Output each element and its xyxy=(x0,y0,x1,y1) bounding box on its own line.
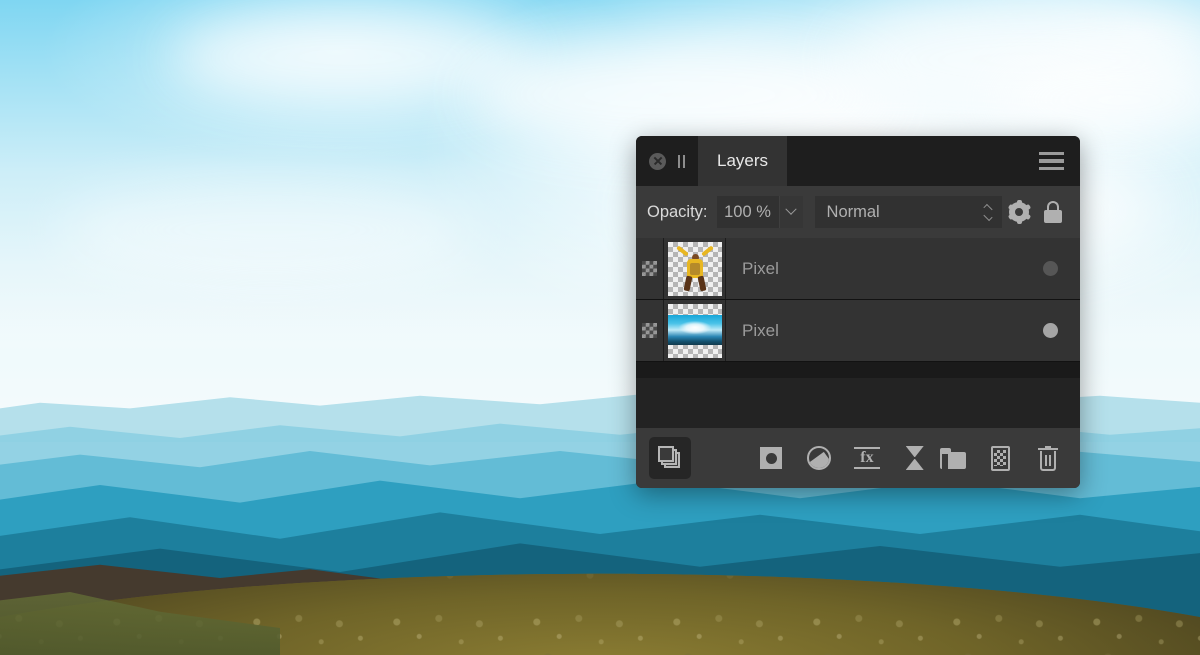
mask-icon xyxy=(760,447,783,469)
live-filter-button[interactable] xyxy=(896,439,934,477)
folder-icon xyxy=(939,447,966,469)
person-arms-raised-thumbnail xyxy=(667,241,722,296)
fx-icon: fx xyxy=(853,446,880,470)
mask-button[interactable] xyxy=(753,439,791,477)
lock-button[interactable] xyxy=(1036,195,1070,229)
layer-name: Pixel xyxy=(742,320,779,340)
lock-icon xyxy=(1044,201,1062,223)
new-pixel-layer-button[interactable] xyxy=(981,439,1019,477)
effects-button[interactable]: fx xyxy=(848,439,886,477)
layer-lock-cell[interactable] xyxy=(636,300,664,361)
opacity-dropdown-button[interactable] xyxy=(778,196,803,228)
layer-lock-cell[interactable] xyxy=(636,238,664,299)
gear-icon xyxy=(1007,200,1031,224)
hourglass-icon xyxy=(905,446,924,470)
tab-layers[interactable]: Layers xyxy=(698,136,788,186)
delete-layer-button[interactable] xyxy=(1029,439,1067,477)
adjustment-button[interactable] xyxy=(800,439,838,477)
table-row[interactable]: Pixel xyxy=(636,300,1080,362)
blend-mode-select[interactable]: Normal xyxy=(814,196,1002,228)
opacity-input[interactable]: 100 % xyxy=(716,196,779,228)
hamburger-icon[interactable] xyxy=(1023,136,1080,186)
layer-options-bar: Opacity: 100 % Normal xyxy=(636,186,1080,238)
layer-stack-icon xyxy=(657,446,682,470)
cloud xyxy=(60,180,480,280)
layer-thumbnail-cell[interactable] xyxy=(664,300,726,361)
panel-titlebar: Layers xyxy=(636,136,1080,186)
visibility-dot-icon[interactable] xyxy=(1043,323,1058,338)
layer-thumbnail-cell[interactable] xyxy=(664,238,726,299)
chevron-down-icon xyxy=(785,203,797,215)
new-group-button[interactable] xyxy=(934,439,972,477)
titlebar-spacer xyxy=(787,136,1023,186)
screen: Layers Opacity: 100 % Normal Pixel Pixel… xyxy=(0,0,1200,655)
new-pixel-layer-icon xyxy=(990,445,1010,471)
window-controls xyxy=(636,136,698,186)
checkerboard-icon xyxy=(642,261,657,276)
checkerboard-icon xyxy=(642,323,657,338)
cloud xyxy=(470,40,890,150)
pause-icon[interactable] xyxy=(678,154,685,168)
layer-name: Pixel xyxy=(742,258,779,278)
gear-button[interactable] xyxy=(1002,195,1036,229)
blend-mode-value: Normal xyxy=(826,202,880,221)
layers-toolbar: fx xyxy=(636,428,1080,488)
close-icon[interactable] xyxy=(649,152,666,170)
trash-icon xyxy=(1038,445,1059,471)
tab-layers-label: Layers xyxy=(717,151,769,170)
opacity-value: 100 % xyxy=(724,202,771,221)
visibility-dot-icon[interactable] xyxy=(1043,261,1058,276)
layer-stack-button[interactable] xyxy=(649,437,691,479)
opacity-label: Opacity: xyxy=(647,202,708,221)
table-row[interactable]: Pixel xyxy=(636,238,1080,300)
layers-panel: Layers Opacity: 100 % Normal Pixel Pixel… xyxy=(636,136,1080,488)
adjustment-icon xyxy=(807,446,832,470)
sky-panorama-thumbnail xyxy=(667,303,722,358)
layers-list: Pixel Pixel xyxy=(636,238,1080,378)
spinner-up-down-icon[interactable] xyxy=(983,203,993,221)
